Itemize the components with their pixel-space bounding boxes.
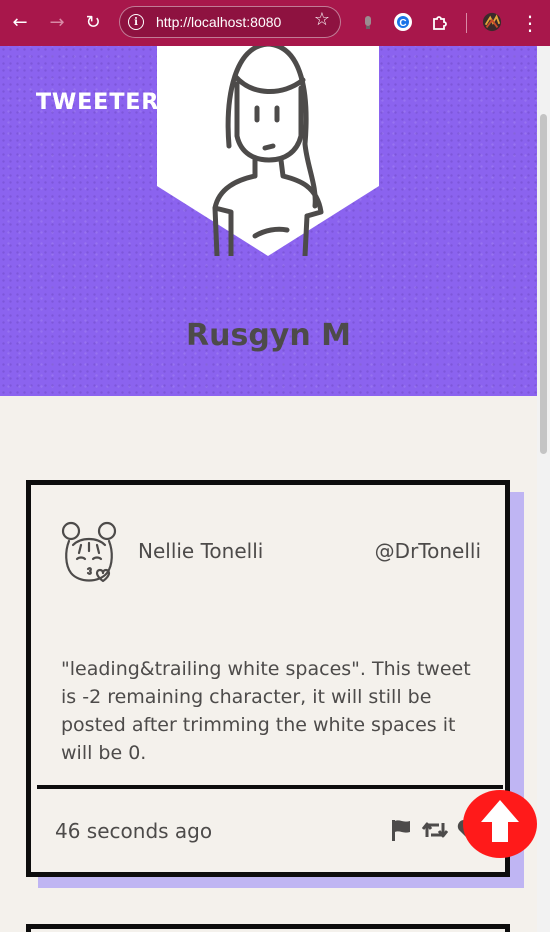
- tweet-author-name: Nellie Tonelli: [138, 539, 264, 563]
- tweet-card: Nellie Tonelli @DrTonelli "leading&trail…: [26, 480, 510, 877]
- toolbar-separator: [466, 13, 467, 33]
- scroll-top-button[interactable]: [463, 790, 537, 858]
- scrollbar-thumb[interactable]: [540, 114, 547, 454]
- extension-bulb-icon[interactable]: [358, 12, 378, 32]
- tweet-text: "leading&trailing white spaces". This tw…: [61, 658, 471, 764]
- address-bar[interactable]: i http://localhost:8080 ☆: [119, 6, 341, 38]
- arrow-up-icon: [463, 790, 537, 858]
- tweet-timestamp: 46 seconds ago: [55, 819, 213, 843]
- profile-avatar[interactable]: [482, 12, 502, 32]
- tweet-divider: [37, 785, 503, 789]
- profile-avatar-hexagon: [157, 46, 379, 256]
- flag-icon[interactable]: [388, 817, 414, 843]
- reload-icon[interactable]: ↻: [81, 11, 105, 35]
- address-url[interactable]: http://localhost:8080: [156, 14, 281, 30]
- profile-user-name: Rusgyn M: [186, 318, 351, 353]
- page-scrollbar[interactable]: [537, 46, 550, 932]
- browser-toolbar: ← → ↻ i http://localhost:8080 ☆ C ⋮: [0, 0, 550, 46]
- brand-logo[interactable]: TWEETER: [36, 90, 159, 115]
- forward-icon[interactable]: →: [45, 11, 69, 35]
- extensions-puzzle-icon[interactable]: [430, 12, 450, 32]
- next-tweet-card: [26, 924, 510, 932]
- tweet-author-handle: @DrTonelli: [374, 539, 481, 563]
- site-info-icon[interactable]: i: [128, 14, 144, 30]
- profile-header: TWEETER Rusgyn M: [0, 46, 537, 396]
- page-content: TWEETER Rusgyn M Nellie Tonelli @DrTonel…: [0, 46, 537, 932]
- browser-menu-icon[interactable]: ⋮: [518, 11, 542, 35]
- back-icon[interactable]: ←: [8, 11, 32, 35]
- retweet-icon[interactable]: [422, 817, 448, 843]
- svg-text:C: C: [399, 18, 406, 29]
- extension-c-icon[interactable]: C: [393, 12, 413, 32]
- bookmark-star-icon[interactable]: ☆: [314, 11, 330, 29]
- tweet-author-avatar: [61, 521, 117, 583]
